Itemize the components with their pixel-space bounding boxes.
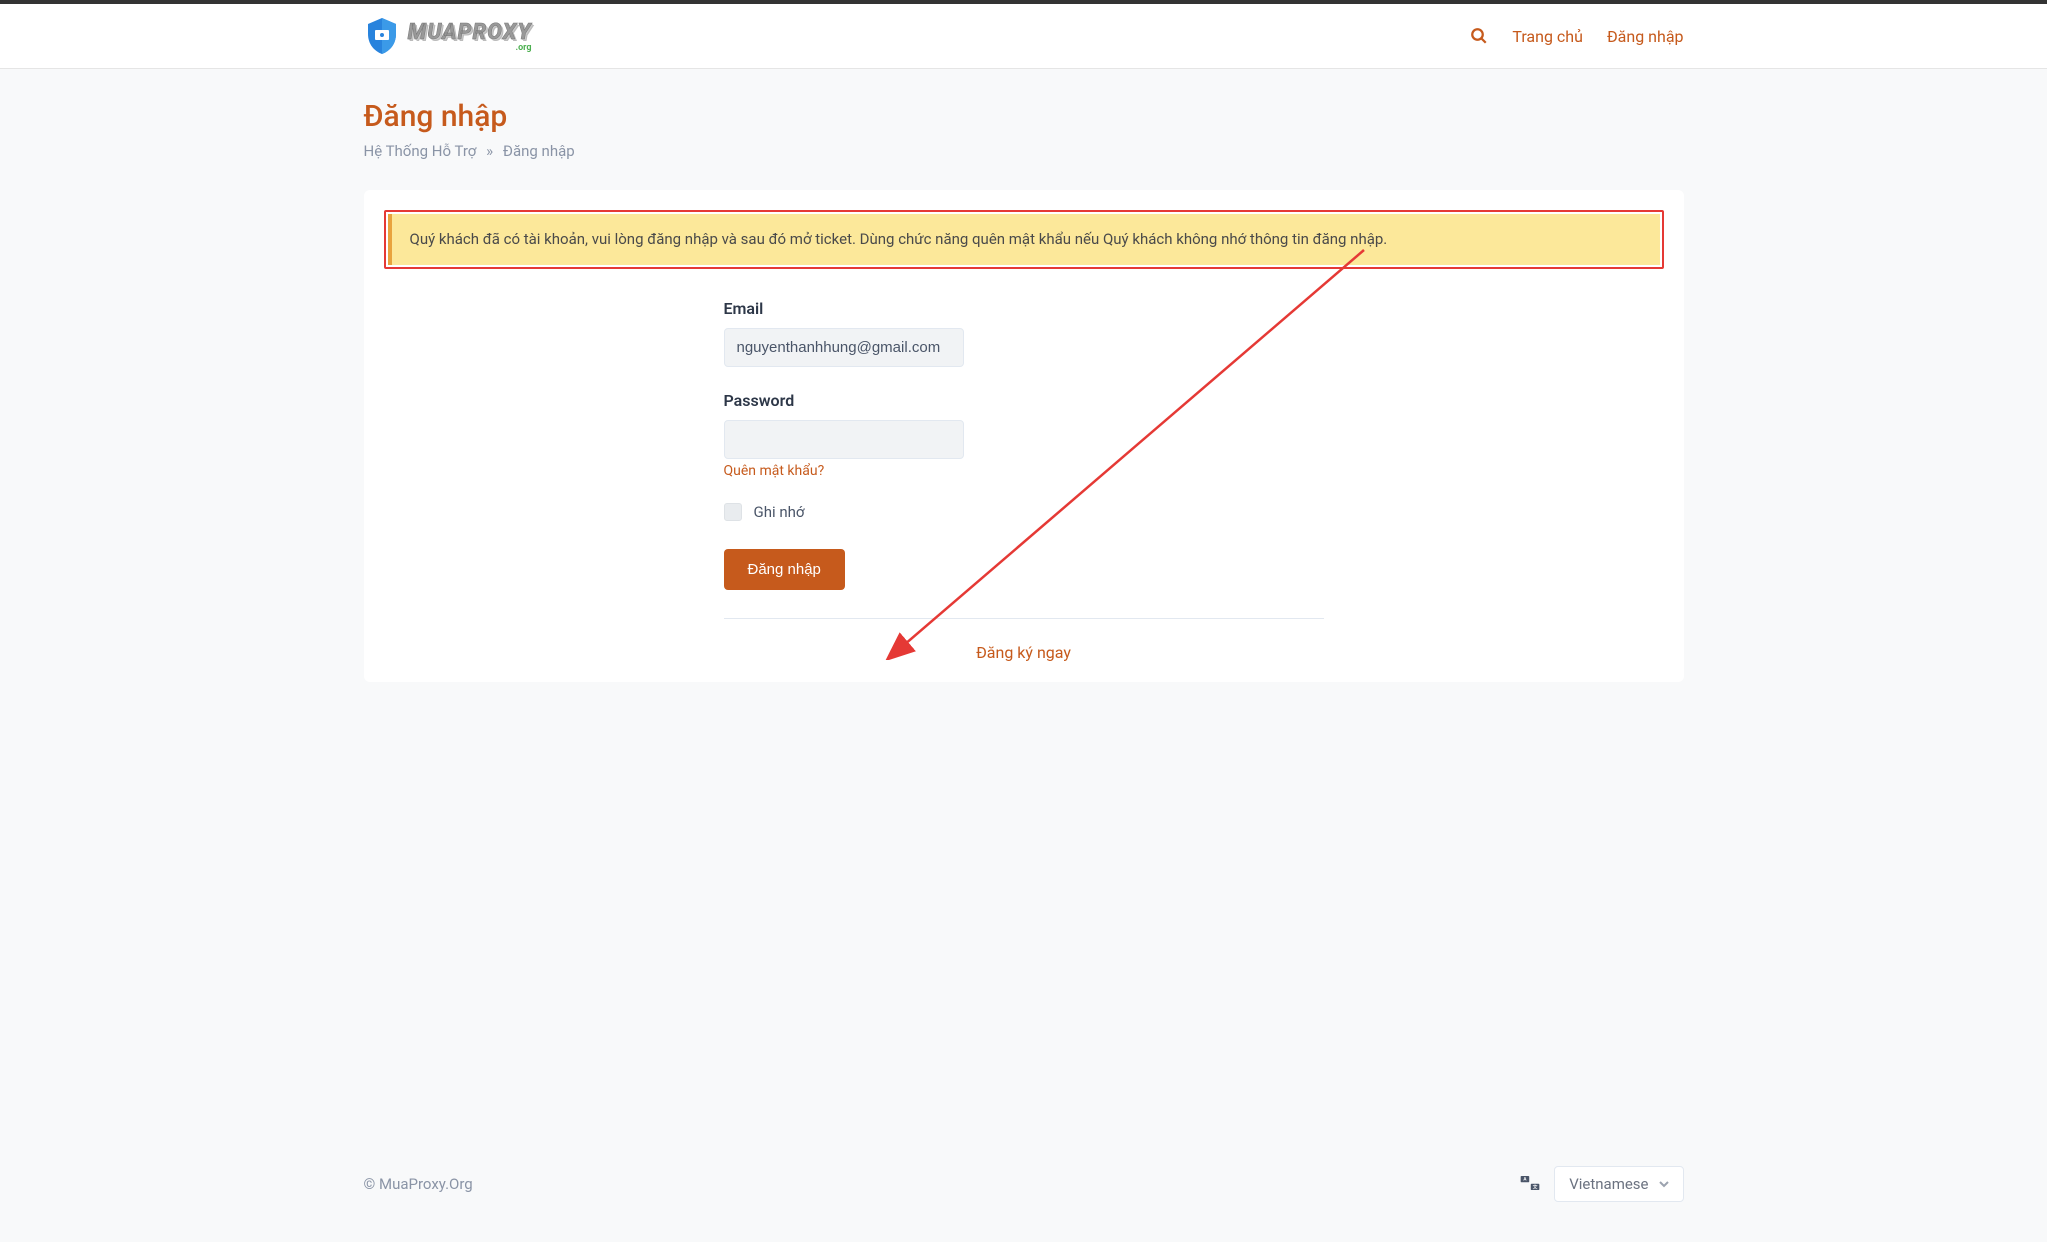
chevron-down-icon [1659,1175,1669,1193]
search-icon[interactable] [1470,27,1488,45]
breadcrumb-current: Đăng nhập [503,142,575,160]
logo[interactable]: MUAPROXY .org [364,16,532,56]
password-field[interactable] [724,420,964,459]
shield-icon [364,16,400,56]
nav-login[interactable]: Đăng nhập [1607,27,1684,46]
register-link[interactable]: Đăng ký ngay [976,643,1071,662]
breadcrumb-root[interactable]: Hệ Thống Hỗ Trợ [364,142,477,160]
breadcrumb: Hệ Thống Hỗ Trợ » Đăng nhập [364,142,1684,160]
info-alert: Quý khách đã có tài khoản, vui lòng đăng… [388,214,1660,265]
alert-highlight-box: Quý khách đã có tài khoản, vui lòng đăng… [384,210,1664,269]
login-button[interactable]: Đăng nhập [724,549,845,590]
remember-checkbox[interactable] [724,503,742,521]
page-title: Đăng nhập [364,99,1684,134]
login-form: Email Password Quên mật khẩu? Ghi nhớ Đă… [704,299,1344,662]
email-label: Email [724,299,964,318]
footer-copyright: © MuaProxy.Org [364,1175,473,1193]
nav-home[interactable]: Trang chủ [1512,27,1583,46]
breadcrumb-separator: » [486,142,493,160]
footer: © MuaProxy.Org A 文 Vietnamese [0,1142,2047,1242]
language-select[interactable]: Vietnamese [1554,1166,1683,1202]
login-card: Quý khách đã có tài khoản, vui lòng đăng… [364,190,1684,682]
email-field[interactable] [724,328,964,367]
divider [724,618,1324,619]
nav: Trang chủ Đăng nhập [1470,27,1683,46]
language-icon: A 文 [1520,1175,1540,1194]
forgot-password-link[interactable]: Quên mật khẩu? [724,463,825,479]
password-label: Password [724,391,964,410]
main: Đăng nhập Hệ Thống Hỗ Trợ » Đăng nhập Qu… [0,69,2047,1142]
logo-text: MUAPROXY [408,20,532,45]
alert-message: Quý khách đã có tài khoản, vui lòng đăng… [410,230,1388,248]
language-value: Vietnamese [1569,1175,1648,1193]
header: MUAPROXY .org Trang chủ Đăng nhập [0,4,2047,69]
remember-label[interactable]: Ghi nhớ [754,503,805,521]
